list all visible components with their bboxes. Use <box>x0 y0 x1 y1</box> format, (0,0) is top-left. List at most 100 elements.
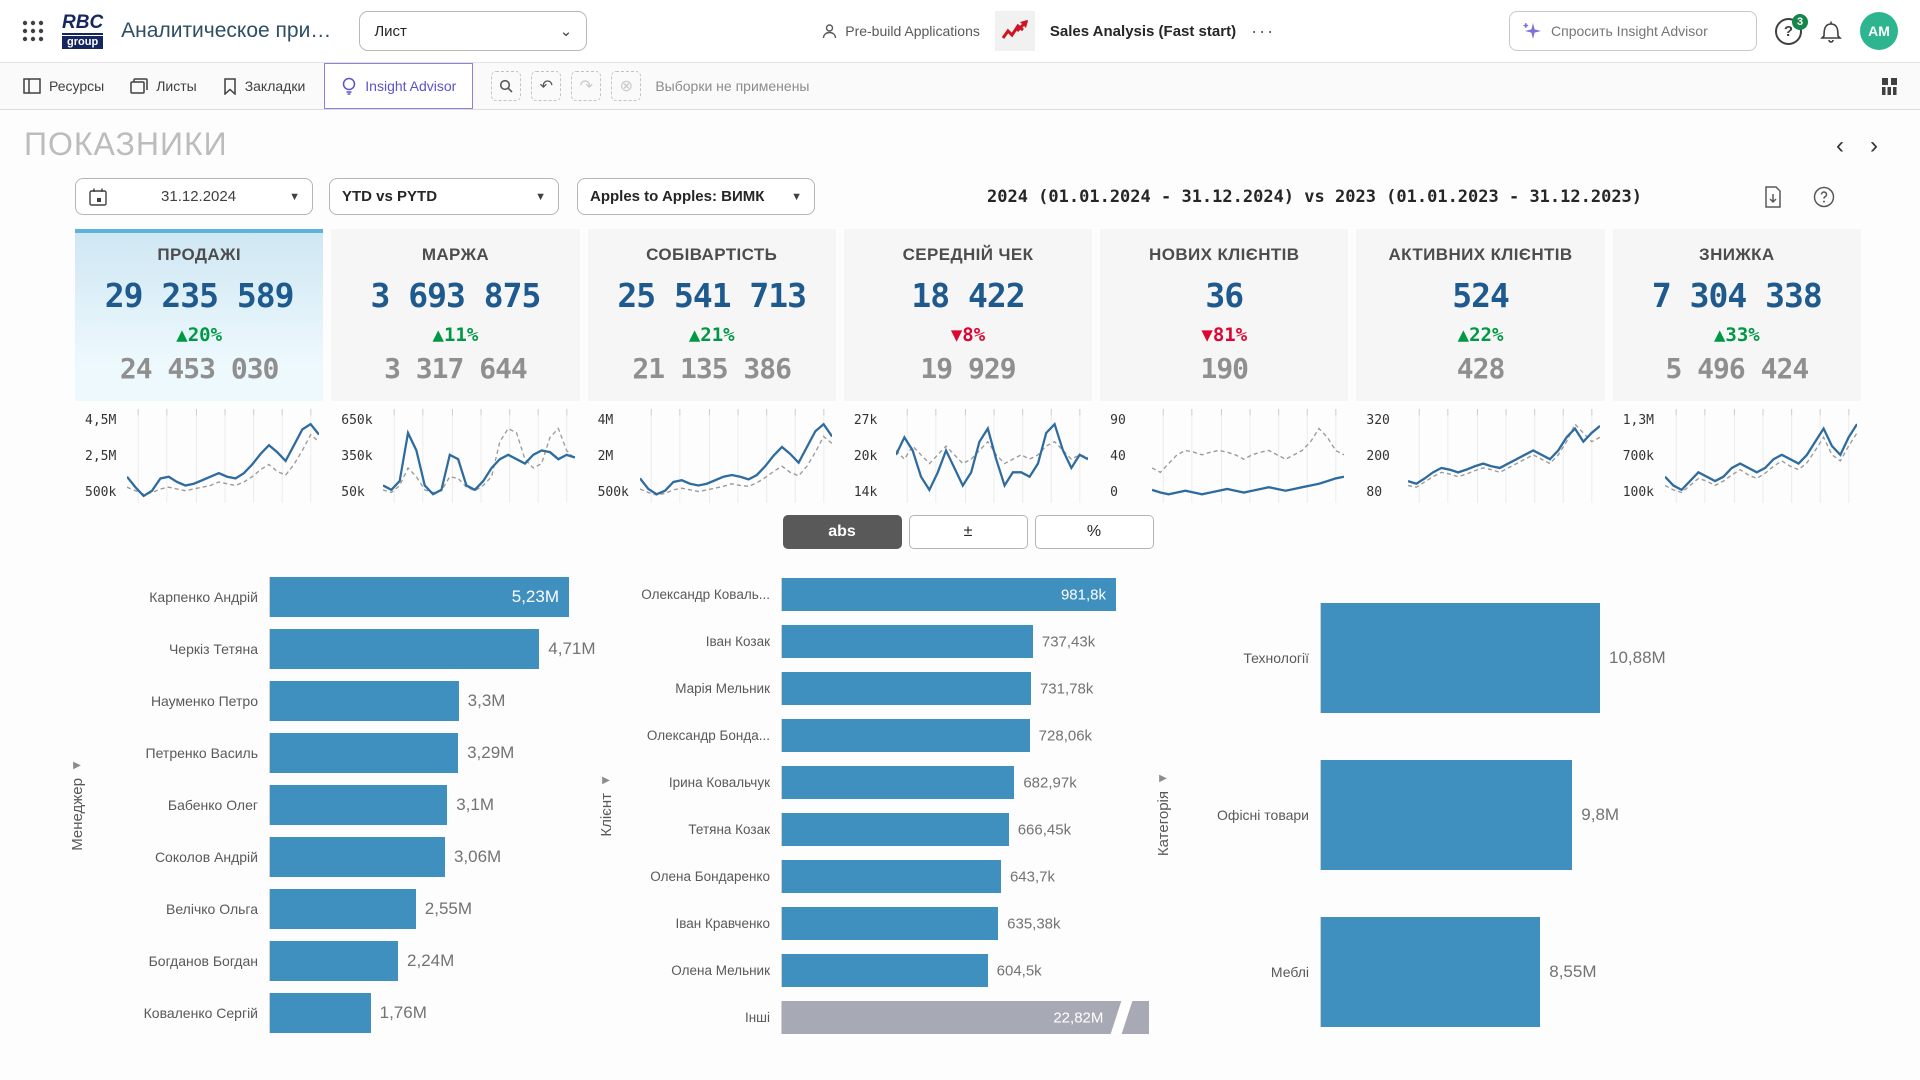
magnifier-icon <box>499 79 513 93</box>
bar-category-label[interactable]: Меблі <box>1180 964 1320 980</box>
bar-category-label[interactable]: Олександр Коваль... <box>623 587 781 602</box>
bar[interactable]: 4,71M <box>270 629 539 669</box>
axis-expand-icon[interactable]: ▶ <box>1159 773 1167 784</box>
bar-value-label: 731,78k <box>1040 680 1093 697</box>
bar[interactable]: 3,1M <box>270 785 447 825</box>
bar[interactable]: 22,82M <box>782 1001 1149 1034</box>
bar[interactable]: 8,55M <box>1321 917 1540 1027</box>
bar-category-label[interactable]: Інші <box>623 1010 781 1025</box>
kpi-title: НОВИХ КЛІЄНТІВ <box>1106 245 1342 265</box>
bar-track: 981,8k <box>781 578 1116 611</box>
bar-category-label[interactable]: Велічко Ольга <box>94 901 269 917</box>
bar-category-label[interactable]: Соколов Андрій <box>94 849 269 865</box>
bar-track: 3,3M <box>269 681 569 721</box>
help-circle-button[interactable] <box>1813 186 1835 208</box>
toggle-delta[interactable]: ± <box>909 515 1028 549</box>
bar-category-label[interactable]: Петренко Василь <box>94 745 269 761</box>
search-input[interactable] <box>1551 23 1731 39</box>
bar[interactable]: 3,3M <box>270 681 459 721</box>
sparkline-axis-label: 100k <box>1623 485 1654 500</box>
bar[interactable]: 604,5k <box>782 954 988 987</box>
comparison-preset-dropdown[interactable]: Apples to Apples: ВИМК ▼ <box>577 178 815 215</box>
bar[interactable]: 981,8k <box>782 578 1116 611</box>
bar-category-label[interactable]: Науменко Петро <box>94 693 269 709</box>
bar-category-label[interactable]: Офісні товари <box>1180 807 1320 823</box>
bar[interactable]: 737,43k <box>782 625 1033 658</box>
clear-selections-button[interactable]: ⊗ <box>611 71 641 101</box>
kpi-card-5[interactable]: НОВИХ КЛІЄНТІВ36▼81%190 <box>1100 229 1348 401</box>
period-preset-dropdown[interactable]: YTD vs PYTD ▼ <box>329 178 559 215</box>
bar-row: Науменко Петро3,3M <box>94 675 569 727</box>
bar-track: 3,29M <box>269 733 569 773</box>
avatar[interactable]: AM <box>1860 12 1898 50</box>
bookmark-icon <box>223 78 237 95</box>
bar-category-label[interactable]: Марія Мельник <box>623 681 781 696</box>
sheets-button[interactable]: Листы <box>117 63 209 109</box>
bar-category-label[interactable]: Олена Бондаренко <box>623 869 781 884</box>
bar-category-label[interactable]: Бабенко Олег <box>94 797 269 813</box>
kpi-card-2[interactable]: МАРЖА3 693 875▲11%3 317 644 <box>331 229 579 401</box>
bookmarks-button[interactable]: Закладки <box>210 63 319 109</box>
selections-search-button[interactable] <box>491 71 521 101</box>
bar[interactable]: 635,38k <box>782 907 998 940</box>
sheet-selector[interactable]: Лист ⌄ <box>359 11 587 51</box>
bar[interactable]: 1,76M <box>270 993 371 1033</box>
insight-advisor-search[interactable] <box>1509 11 1757 51</box>
bar-category-label[interactable]: Олена Мельник <box>623 963 781 978</box>
dropdown-arrow-icon: ▼ <box>289 191 300 203</box>
sheet-grid-icon[interactable] <box>1880 76 1900 96</box>
bar-category-label[interactable]: Богданов Богдан <box>94 953 269 969</box>
bar[interactable]: 731,78k <box>782 672 1031 705</box>
bar-row: Технології10,88M <box>1180 579 1600 736</box>
more-options-button[interactable]: ··· <box>1251 21 1275 42</box>
bar[interactable]: 3,06M <box>270 837 445 877</box>
bar[interactable]: 3,29M <box>270 733 458 773</box>
report-export-button[interactable] <box>1763 186 1783 208</box>
axis-expand-icon[interactable]: ▶ <box>73 760 81 771</box>
bell-icon[interactable] <box>1820 19 1842 43</box>
bar[interactable]: 9,8M <box>1321 760 1572 870</box>
resources-button[interactable]: Ресурсы <box>10 63 117 109</box>
step-back-button[interactable]: ↶ <box>531 71 561 101</box>
kpi-card-4[interactable]: СЕРЕДНІЙ ЧЕК18 422▼8%19 929 <box>844 229 1092 401</box>
bar-category-label[interactable]: Олександр Бонда... <box>623 728 781 743</box>
bar[interactable]: 2,55M <box>270 889 416 929</box>
bar-category-label[interactable]: Технології <box>1180 650 1320 666</box>
current-app-name[interactable]: Sales Analysis (Fast start) <box>1050 23 1236 40</box>
sparklines-row: 4,5M2,5M500k650k350k50k4M2M500k27k20k14k… <box>75 405 1861 509</box>
kpi-card-3[interactable]: СОБІВАРТІСТЬ25 541 713▲21%21 135 386 <box>588 229 836 401</box>
bar-category-label[interactable]: Іван Кравченко <box>623 916 781 931</box>
prebuild-applications-link[interactable]: Pre-build Applications <box>821 23 980 40</box>
step-forward-button[interactable]: ↷ <box>571 71 601 101</box>
help-button[interactable]: ? 3 <box>1775 18 1802 45</box>
toggle-percent[interactable]: % <box>1035 515 1154 549</box>
kpi-card-7[interactable]: ЗНИЖКА7 304 338▲33%5 496 424 <box>1613 229 1861 401</box>
app-menu-icon[interactable] <box>22 20 44 42</box>
app-thumbnail[interactable] <box>995 11 1035 51</box>
kpi-card-1[interactable]: ПРОДАЖІ29 235 589▲20%24 453 030 <box>75 229 323 401</box>
bar[interactable]: 682,97k <box>782 766 1014 799</box>
prev-sheet-button[interactable]: ‹ <box>1836 134 1844 158</box>
sparkle-icon <box>1522 21 1542 41</box>
date-filter[interactable]: 31.12.2024 ▼ <box>75 178 313 215</box>
bar-category-label[interactable]: Іван Козак <box>623 634 781 649</box>
bar-category-label[interactable]: Тетяна Козак <box>623 822 781 837</box>
bar-category-label[interactable]: Карпенко Андрій <box>94 589 269 605</box>
lightbulb-icon <box>341 77 357 95</box>
sparkline-svg <box>127 409 319 503</box>
bar-category-label[interactable]: Черкіз Тетяна <box>94 641 269 657</box>
bar[interactable]: 666,45k <box>782 813 1009 846</box>
bar[interactable]: 643,7k <box>782 860 1001 893</box>
next-sheet-button[interactable]: › <box>1870 134 1878 158</box>
bar-category-label[interactable]: Коваленко Сергій <box>94 1005 269 1021</box>
sparkline-svg <box>1152 409 1344 503</box>
toggle-abs[interactable]: abs <box>783 515 902 549</box>
bar[interactable]: 10,88M <box>1321 603 1600 713</box>
bar-category-label[interactable]: Ірина Ковальчук <box>623 775 781 790</box>
bar[interactable]: 2,24M <box>270 941 398 981</box>
kpi-card-6[interactable]: АКТИВНИХ КЛІЄНТІВ524▲22%428 <box>1356 229 1604 401</box>
bar[interactable]: 728,06k <box>782 719 1030 752</box>
bar[interactable]: 5,23M <box>270 577 569 617</box>
axis-expand-icon[interactable]: ▶ <box>602 775 610 786</box>
insight-advisor-button[interactable]: Insight Advisor <box>324 63 473 109</box>
